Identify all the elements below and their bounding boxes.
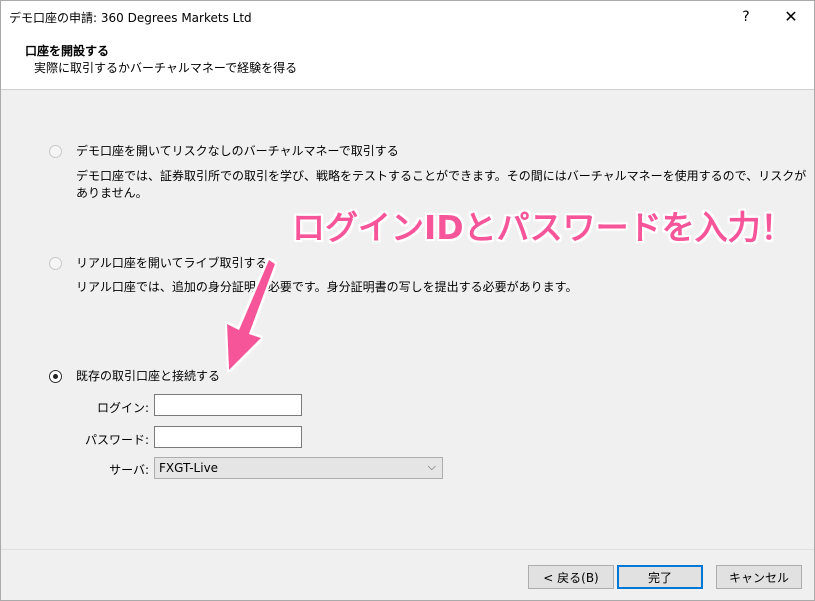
password-input[interactable] — [154, 426, 302, 448]
annotation-arrow-icon — [227, 260, 275, 370]
option-demo-label[interactable]: デモ口座を開いてリスクなしのバーチャルマネーで取引する — [76, 142, 399, 159]
annotation-text: ログインIDとパスワードを入力！ — [292, 208, 794, 247]
help-button[interactable]: ? — [723, 1, 769, 32]
radio-real-account[interactable] — [49, 257, 62, 270]
dialog-header: 口座を開設する 実際に取引するかバーチャルマネーで経験を得る — [1, 32, 814, 90]
cancel-button[interactable]: キャンセル — [716, 565, 802, 589]
server-label: サーバ: — [109, 463, 149, 477]
option-demo-description: デモ口座では、証券取引所での取引を学び、戦略をテストすることができます。その間に… — [76, 169, 807, 200]
footer-divider — [1, 549, 814, 550]
password-label: パスワード: — [84, 433, 149, 447]
option-real-description: リアル口座では、追加の身分証明が必要です。身分証明書の写しを提出する必要がありま… — [76, 280, 578, 294]
dialog-window: デモ口座の申請: 360 Degrees Markets Ltd ? ✕ 口座を… — [0, 0, 815, 601]
window-title: デモ口座の申請: 360 Degrees Markets Ltd — [9, 11, 252, 25]
radio-existing-account[interactable] — [49, 370, 62, 383]
header-subtitle: 実際に取引するかバーチャルマネーで経験を得る — [34, 61, 298, 75]
radio-demo-account[interactable] — [49, 145, 62, 158]
back-button[interactable]: < 戻る(B) — [528, 565, 614, 589]
title-bar: デモ口座の申請: 360 Degrees Markets Ltd ? ✕ — [1, 1, 814, 32]
option-existing-label[interactable]: 既存の取引口座と接続する — [76, 367, 220, 384]
finish-button[interactable]: 完了 — [617, 565, 703, 589]
login-label: ログイン: — [96, 401, 149, 415]
login-input[interactable] — [154, 394, 302, 416]
server-select-value: FXGT-Live — [159, 461, 219, 475]
header-title: 口座を開設する — [25, 44, 110, 58]
chevron-down-icon: ⌵ — [427, 460, 436, 473]
server-select[interactable]: FXGT-Live ⌵ — [154, 457, 443, 479]
close-button[interactable]: ✕ — [768, 1, 814, 32]
